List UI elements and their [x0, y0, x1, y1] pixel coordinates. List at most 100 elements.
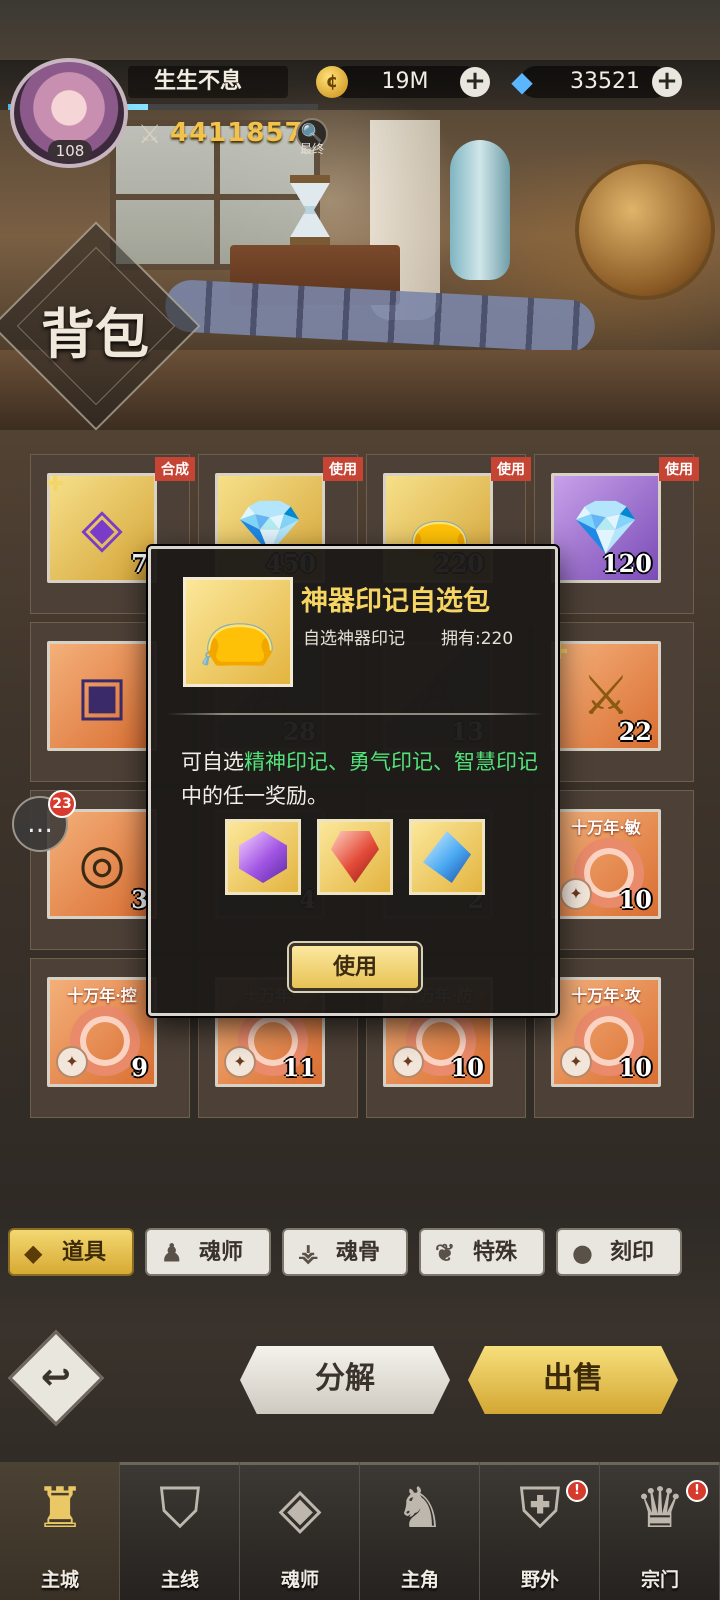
diamond-icon: ◆	[511, 65, 533, 98]
popup-owned-count: 拥有:220	[441, 629, 514, 649]
category-tab-label: 特殊	[473, 1239, 518, 1265]
item-action-tag[interactable]: 使用	[491, 457, 531, 481]
popup-subtitle: 自选神器印记	[303, 629, 405, 649]
reward-blue-seal[interactable]	[409, 819, 485, 895]
diamond-amount: 33521	[570, 69, 640, 94]
nav-label: 宗门	[640, 1569, 679, 1591]
category-tab[interactable]: ⚶ 魂骨	[282, 1228, 408, 1276]
item-type-label: 十万年·攻	[571, 986, 641, 1005]
page-title: 背包	[41, 302, 149, 366]
back-arrow-icon: ↩	[40, 1357, 72, 1398]
props-icon: ◆	[24, 1238, 43, 1267]
ring-emblem-icon: ✦	[224, 1046, 256, 1078]
item-count: 22	[618, 717, 652, 746]
soul-master-icon: ♟	[161, 1238, 183, 1267]
reward-purple-seal[interactable]	[225, 819, 301, 895]
ornate-ring-icon: ◎	[78, 832, 126, 895]
blue-seal-gem-icon	[423, 831, 471, 883]
inventory-slot[interactable]: ✦ 十万年·攻 10	[534, 958, 694, 1118]
nav-label: 主线	[160, 1569, 199, 1591]
ring-emblem-icon: ✦	[560, 878, 592, 910]
player-level: 108	[48, 140, 92, 162]
red-seal-gem-icon	[331, 831, 379, 883]
purple-crystal-fragment-item[interactable]: ◈ ✚ 7	[46, 472, 157, 583]
soul-master-icon: ◈	[278, 1476, 322, 1541]
gold-coin-icon: ¢	[316, 66, 348, 98]
category-tab-label: 魂骨	[336, 1239, 381, 1265]
crossed-swords-icon: ⚔	[138, 120, 162, 150]
gold-pouch-icon: 👝	[183, 577, 293, 687]
item-count: 10	[450, 1053, 484, 1082]
ring-emblem-icon: ✦	[560, 1046, 592, 1078]
category-tab-label: 道具	[62, 1239, 107, 1265]
item-count: 10	[618, 885, 652, 914]
nav-item[interactable]: ♜ 主城	[0, 1462, 120, 1600]
inventory-slot[interactable]: 💎 120 使用	[534, 454, 699, 614]
desc-highlight: 精神印记、勇气印记、智慧印记	[244, 750, 538, 774]
ring-emblem-icon: ✦	[56, 1046, 88, 1078]
item-count: 7	[131, 549, 148, 578]
rank-label: 最终	[299, 142, 324, 156]
decompose-button[interactable]: 分解	[240, 1346, 450, 1414]
mainline-icon: ⛉	[159, 1476, 201, 1541]
sell-button[interactable]: 出售	[468, 1346, 678, 1414]
reward-red-seal[interactable]	[317, 819, 393, 895]
vase-decoration	[450, 140, 510, 280]
castle-icon: ♜	[34, 1476, 86, 1541]
special-icon: ❦	[435, 1238, 456, 1267]
nav-item[interactable]: ♞ 主角	[360, 1462, 480, 1600]
nav-item[interactable]: ⛉ 主线	[120, 1462, 240, 1600]
nav-label: 主城	[40, 1569, 79, 1591]
category-tab-label: 魂师	[199, 1239, 244, 1265]
category-tab[interactable]: ● 刻印	[556, 1228, 682, 1276]
item-count: 10	[618, 1053, 652, 1082]
player-name: 生生不息	[153, 69, 242, 94]
category-tab[interactable]: ◆ 道具	[8, 1228, 134, 1276]
purple-seal-gem-icon	[239, 831, 287, 883]
add-gold-button[interactable]: +	[460, 67, 490, 97]
item-type-label: 十万年·控	[67, 986, 137, 1005]
soul-ring-item[interactable]: ✦ 十万年·控 9	[47, 977, 157, 1087]
category-tab[interactable]: ♟ 魂师	[145, 1228, 271, 1276]
popup-description: 可自选精神印记、勇气印记、智慧印记中的任一奖励。	[181, 745, 541, 813]
crystal-chest-item[interactable]: 💎 120	[551, 473, 661, 583]
use-button[interactable]: 使用	[289, 943, 421, 991]
ring-emblem-icon: ✦	[392, 1046, 424, 1078]
hero-icon: ♞	[394, 1476, 446, 1541]
category-tab[interactable]: ❦ 特殊	[419, 1228, 545, 1276]
add-diamond-button[interactable]: +	[652, 67, 682, 97]
nav-label: 野外	[520, 1569, 559, 1591]
soul-bone-icon: ⚶	[298, 1238, 319, 1267]
item-count: 11	[282, 1053, 316, 1082]
purple-crystal-fragment-icon: ◈	[81, 496, 123, 559]
dark-chest-item[interactable]: ▣	[47, 641, 157, 751]
golden-sword-item[interactable]: ⚔ ✚ 22	[550, 640, 661, 751]
soul-ring-item[interactable]: ✦ 十万年·敏 10	[551, 809, 661, 919]
nav-alert-badge: !	[686, 1480, 708, 1502]
category-tab-label: 刻印	[610, 1239, 655, 1265]
golden-sword-icon: ⚔	[581, 664, 631, 727]
nav-label: 魂师	[280, 1569, 319, 1591]
item-type-label: 十万年·敏	[571, 818, 641, 837]
engrave-icon: ●	[572, 1238, 593, 1267]
chain-decoration	[163, 278, 597, 354]
item-detail-popup: 👝 神器印记自选包 自选神器印记 拥有:220 可自选精神印记、勇气印记、智慧印…	[148, 546, 558, 1016]
popup-divider	[167, 713, 543, 715]
item-count: 120	[601, 549, 652, 578]
item-count: 3	[131, 885, 148, 914]
desc-prefix: 可自选	[181, 750, 244, 774]
desc-suffix: 中的任一奖励。	[181, 784, 328, 808]
soul-ring-item[interactable]: ✦ 十万年·攻 10	[551, 977, 661, 1087]
popup-title: 神器印记自选包	[301, 586, 490, 617]
inventory-slot[interactable]: ✦ 十万年·敏 10	[534, 790, 694, 950]
item-action-tag[interactable]: 合成	[155, 457, 195, 481]
inventory-slot[interactable]: ⚔ ✚ 22	[534, 622, 694, 782]
puzzle-piece-icon: ✚	[46, 472, 65, 497]
item-count: 9	[131, 1053, 148, 1082]
nav-item[interactable]: ◈ 魂师	[240, 1462, 360, 1600]
nav-label: 主角	[400, 1569, 439, 1591]
item-action-tag[interactable]: 使用	[323, 457, 363, 481]
nav-alert-badge: !	[566, 1480, 588, 1502]
item-action-tag[interactable]: 使用	[659, 457, 699, 481]
globe-decoration	[575, 160, 715, 300]
